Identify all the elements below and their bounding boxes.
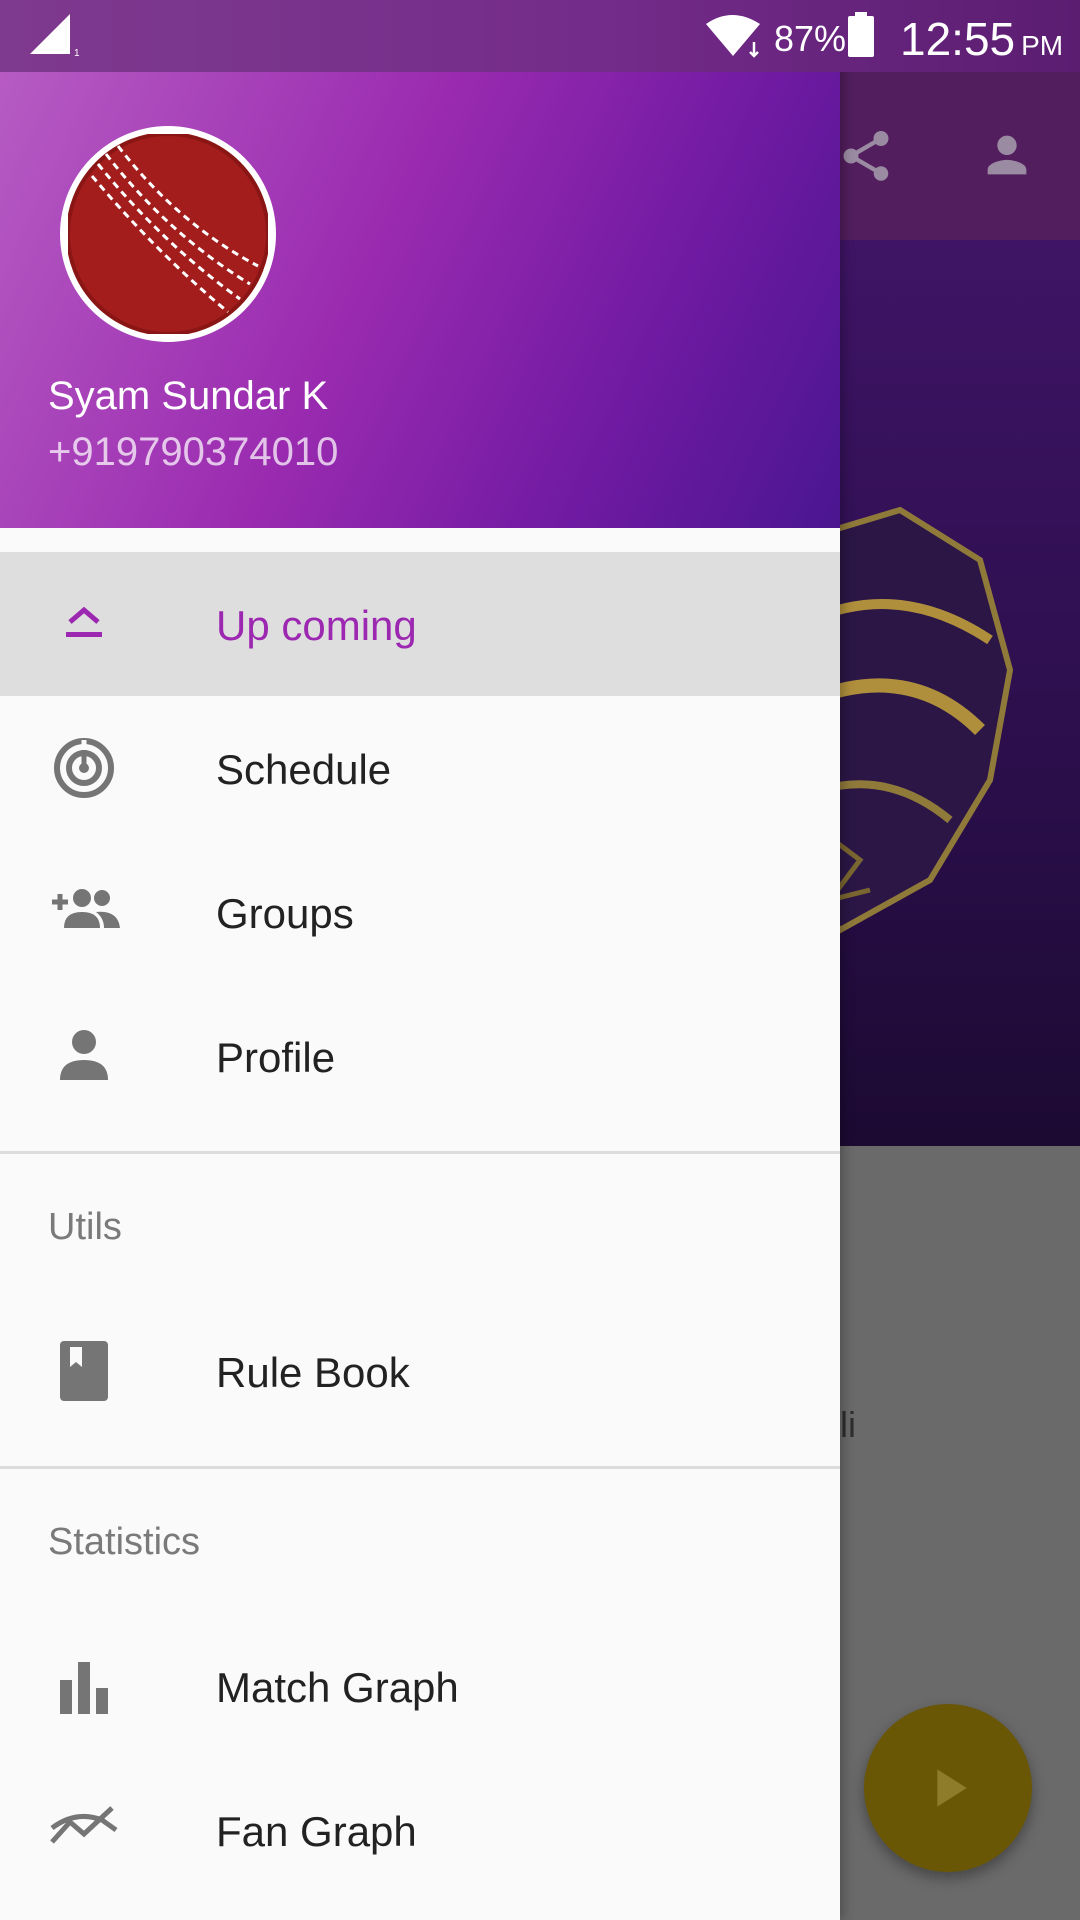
status-bar: 1 87% 12:55 PM <box>0 0 1080 72</box>
share-icon[interactable] <box>836 124 896 188</box>
group-add-icon <box>46 880 122 944</box>
svg-text:1: 1 <box>74 48 80 58</box>
nav-item-fan-graph[interactable]: Fan Graph <box>0 1758 840 1902</box>
battery-percent: 87% <box>774 18 847 59</box>
divider <box>0 1151 840 1154</box>
navigation-drawer: Syam Sundar K +919790374010 Up coming Sc… <box>0 0 840 1920</box>
nav-item-rule-book[interactable]: Rule Book <box>0 1299 840 1443</box>
nav-item-groups[interactable]: Groups <box>0 840 840 984</box>
battery-icon <box>848 12 874 57</box>
clock: 12:55 PM <box>900 12 1063 66</box>
background-partial-text: li <box>840 1404 856 1445</box>
account-icon[interactable] <box>978 126 1036 184</box>
wifi-icon <box>706 15 760 58</box>
clock-time: 12:55 <box>900 13 1016 65</box>
drawer-header: Syam Sundar K +919790374010 <box>0 0 840 528</box>
avatar[interactable] <box>60 126 276 342</box>
nav-label-groups: Groups <box>216 890 354 937</box>
schedule-icon <box>46 736 122 800</box>
nav-item-match-graph[interactable]: Match Graph <box>0 1614 840 1758</box>
divider <box>0 1466 840 1469</box>
nav-label-rule-book: Rule Book <box>216 1349 410 1396</box>
clock-am-pm: PM <box>1021 30 1064 61</box>
upcoming-icon <box>46 592 122 656</box>
nav-label-profile: Profile <box>216 1034 336 1081</box>
section-title-statistics: Statistics <box>48 1521 201 1563</box>
play-fab-button[interactable] <box>864 1704 1032 1872</box>
section-title-utils: Utils <box>48 1206 122 1248</box>
nav-label-upcoming: Up coming <box>216 602 417 649</box>
trend-graph-icon <box>46 1798 122 1862</box>
user-phone: +919790374010 <box>48 430 339 474</box>
user-name: Syam Sundar K <box>48 374 329 418</box>
signal-icon: 1 <box>30 14 80 58</box>
play-icon <box>937 1769 967 1807</box>
cricket-ball-icon <box>68 134 268 334</box>
nav-item-upcoming[interactable]: Up coming <box>0 552 840 696</box>
nav-label-schedule: Schedule <box>216 746 392 793</box>
book-icon <box>46 1339 122 1403</box>
bar-chart-icon <box>46 1654 122 1718</box>
nav-item-profile[interactable]: Profile <box>0 984 840 1128</box>
person-icon <box>46 1024 122 1088</box>
nav-item-schedule[interactable]: Schedule <box>0 696 840 840</box>
nav-label-match-graph: Match Graph <box>216 1664 459 1711</box>
nav-label-fan-graph: Fan Graph <box>216 1808 417 1855</box>
